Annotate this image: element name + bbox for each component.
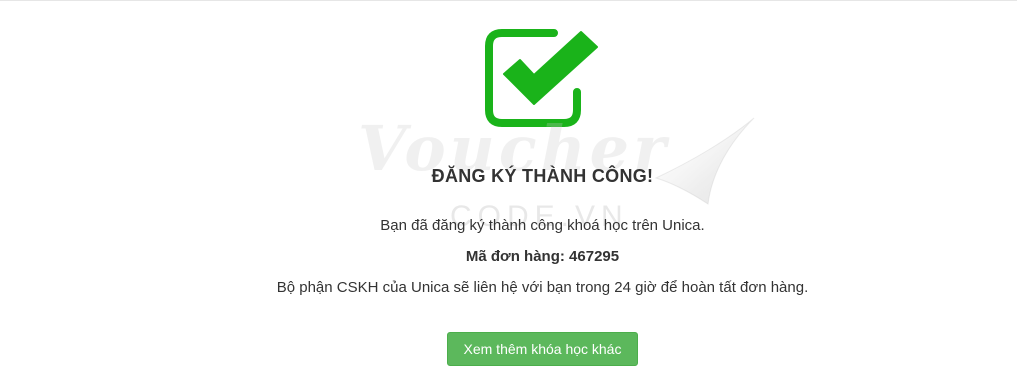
registration-success-panel: Voucher CODE.VN ĐĂNG KÝ THÀNH CÔNG! Bạn … <box>0 0 1017 368</box>
success-message: Bạn đã đăng ký thành công khoá học trên … <box>380 217 705 234</box>
checkbox-check-icon <box>485 29 598 127</box>
order-number: Mã đơn hàng: 467295 <box>465 248 620 265</box>
browse-more-courses-button[interactable]: Xem thêm khóa học khác <box>447 332 638 366</box>
success-title: ĐĂNG KÝ THÀNH CÔNG! <box>431 166 654 186</box>
contact-note: Bộ phận CSKH của Unica sẽ liên hệ với bạ… <box>276 279 809 296</box>
